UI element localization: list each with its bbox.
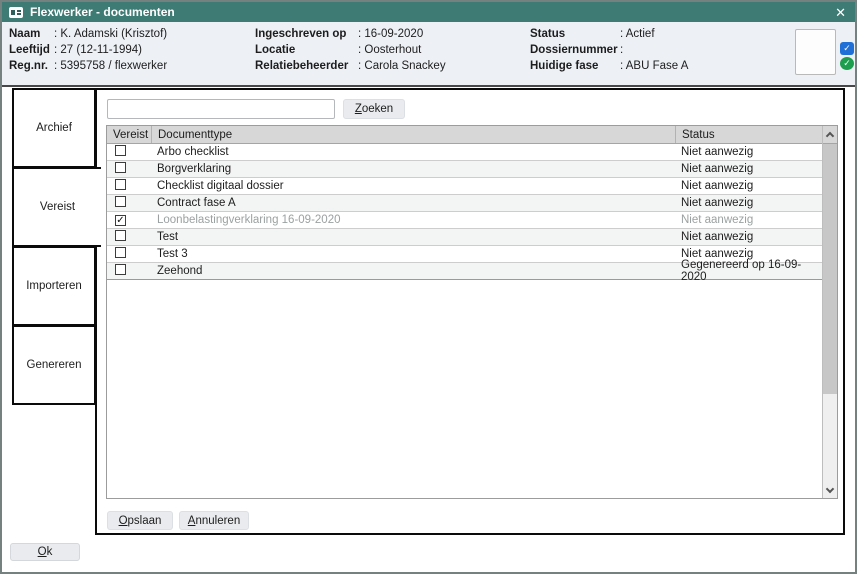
table-rows: Arbo checklistNiet aanwezigBorgverklarin… bbox=[107, 144, 822, 498]
status-cell: Niet aanwezig bbox=[675, 195, 822, 211]
table-row[interactable]: Checklist digitaal dossierNiet aanwezig bbox=[107, 178, 822, 195]
status-cell: Niet aanwezig bbox=[675, 178, 822, 194]
green-check-icon: ✓ bbox=[840, 57, 854, 70]
vertical-scrollbar[interactable] bbox=[822, 126, 837, 498]
documenttype-cell: Contract fase A bbox=[151, 195, 675, 211]
chevron-up-icon bbox=[826, 132, 834, 140]
table-row[interactable]: BorgverklaringNiet aanwezig bbox=[107, 161, 822, 178]
table-row[interactable]: ✓ Loonbelastingverklaring 16-09-2020Niet … bbox=[107, 212, 822, 229]
row-checkbox[interactable] bbox=[115, 179, 126, 190]
opslaan-button[interactable]: Opslaan bbox=[107, 511, 173, 530]
vereist-panel: Zoeken Vereist Documenttype Status Arbo … bbox=[95, 88, 845, 535]
status-cell: Gegenereerd op 16-09-2020 bbox=[675, 263, 822, 279]
ok-button[interactable]: Ok bbox=[10, 543, 80, 561]
tab-vereist[interactable]: Vereist bbox=[12, 167, 101, 247]
table-row[interactable]: ZeehondGegenereerd op 16-09-2020 bbox=[107, 263, 822, 280]
documenttype-cell: Arbo checklist bbox=[151, 144, 675, 160]
scrollbar-thumb[interactable] bbox=[823, 144, 837, 394]
zoeken-button[interactable]: Zoeken bbox=[343, 99, 405, 119]
flexwerker-documenten-dialog: Flexwerker - documenten ✕ Naam: K. Adams… bbox=[0, 0, 857, 574]
photo-placeholder bbox=[795, 29, 836, 75]
row-checkbox[interactable] bbox=[115, 264, 126, 275]
tab-archief[interactable]: Archief bbox=[12, 88, 96, 168]
contact-card-icon bbox=[9, 7, 23, 18]
column-header-documenttype: Documenttype bbox=[151, 126, 675, 143]
status-cell: Niet aanwezig bbox=[675, 212, 822, 228]
column-header-status: Status bbox=[675, 126, 837, 143]
row-checkbox[interactable] bbox=[115, 162, 126, 173]
column-header-vereist: Vereist bbox=[107, 126, 151, 143]
window-title: Flexwerker - documenten bbox=[30, 5, 175, 19]
documents-table: Vereist Documenttype Status Arbo checkli… bbox=[106, 125, 838, 499]
tab-genereren[interactable]: Genereren bbox=[12, 325, 96, 405]
documenttype-cell: Zeehond bbox=[151, 263, 675, 279]
documenttype-cell: Loonbelastingverklaring 16-09-2020 bbox=[151, 212, 675, 228]
row-checkbox[interactable] bbox=[115, 196, 126, 207]
search-input[interactable] bbox=[107, 99, 335, 119]
person-info-header: Naam: K. Adamski (Krisztof) Leeftijd: 27… bbox=[2, 22, 855, 87]
scroll-down-button[interactable] bbox=[823, 483, 837, 498]
documenttype-cell: Borgverklaring bbox=[151, 161, 675, 177]
table-header: Vereist Documenttype Status bbox=[107, 126, 837, 144]
annuleren-button[interactable]: Annuleren bbox=[179, 511, 249, 530]
close-icon[interactable]: ✕ bbox=[833, 6, 848, 19]
documenttype-cell: Checklist digitaal dossier bbox=[151, 178, 675, 194]
row-checkbox[interactable] bbox=[115, 247, 126, 258]
documenttype-cell: Test 3 bbox=[151, 246, 675, 262]
table-row[interactable]: TestNiet aanwezig bbox=[107, 229, 822, 246]
status-cell: Niet aanwezig bbox=[675, 144, 822, 160]
documenttype-cell: Test bbox=[151, 229, 675, 245]
blue-check-icon: ✓ bbox=[840, 42, 854, 55]
row-checkbox[interactable] bbox=[115, 145, 126, 156]
scroll-up-button[interactable] bbox=[823, 126, 837, 144]
titlebar: Flexwerker - documenten ✕ bbox=[2, 2, 855, 22]
table-row[interactable]: Contract fase ANiet aanwezig bbox=[107, 195, 822, 212]
row-checkbox[interactable] bbox=[115, 230, 126, 241]
row-checkbox[interactable]: ✓ bbox=[115, 215, 126, 226]
tab-importeren[interactable]: Importeren bbox=[12, 246, 96, 326]
table-row[interactable]: Arbo checklistNiet aanwezig bbox=[107, 144, 822, 161]
status-cell: Niet aanwezig bbox=[675, 229, 822, 245]
status-cell: Niet aanwezig bbox=[675, 161, 822, 177]
chevron-down-icon bbox=[826, 485, 834, 493]
